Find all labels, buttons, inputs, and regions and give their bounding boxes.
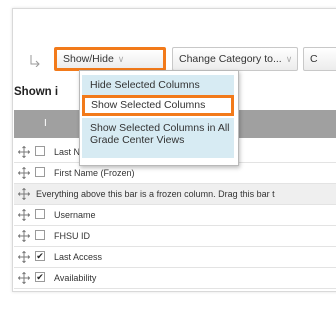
chevron-down-icon: ∨ (117, 54, 125, 64)
menu-item-show-selected-columns[interactable]: Show Selected Columns (82, 95, 234, 116)
table-row[interactable]: FHSU ID (14, 226, 336, 247)
column-name: First Name (Frozen) (54, 168, 135, 178)
frozen-bar-text: Everything above this bar is a frozen co… (36, 189, 275, 199)
table-row[interactable]: ✔ Last Access (14, 247, 336, 268)
move-handle-icon[interactable] (17, 187, 31, 201)
checkbox[interactable] (35, 167, 45, 177)
column-name: Last Access (54, 252, 103, 262)
more-button-label: C (310, 53, 318, 65)
chevron-down-icon: ∨ (285, 54, 293, 64)
move-handle-icon[interactable] (17, 208, 31, 222)
header-label: I (44, 118, 47, 129)
menu-item-hide-selected-columns[interactable]: Hide Selected Columns (82, 75, 234, 95)
checkbox-checked[interactable]: ✔ (35, 272, 45, 282)
checkbox[interactable] (35, 230, 45, 240)
move-handle-icon[interactable] (17, 145, 31, 159)
move-handle-icon[interactable] (17, 250, 31, 264)
move-handle-icon[interactable] (17, 229, 31, 243)
arrow-right-icon (28, 53, 42, 68)
column-name: Username (54, 210, 96, 220)
show-hide-menu: Hide Selected Columns Show Selected Colu… (79, 70, 239, 166)
table-row[interactable]: ✔ Availability (14, 268, 336, 289)
checkbox[interactable] (35, 209, 45, 219)
checkbox-checked[interactable]: ✔ (35, 251, 45, 261)
column-name: Availability (54, 273, 97, 283)
move-handle-icon[interactable] (17, 271, 31, 285)
move-handle-icon[interactable] (17, 166, 31, 180)
menu-item-show-selected-columns-all-views[interactable]: Show Selected Columns in All Grade Cente… (82, 118, 234, 158)
show-hide-button[interactable]: Show/Hide ∨ (54, 47, 166, 71)
frozen-column-bar[interactable]: Everything above this bar is a frozen co… (14, 184, 336, 205)
change-category-label: Change Category to... (179, 53, 282, 65)
checkbox[interactable] (35, 146, 45, 156)
table-row[interactable]: First Name (Frozen) (14, 163, 336, 184)
change-category-button[interactable]: Change Category to... ∨ (172, 47, 298, 71)
column-name: FHSU ID (54, 231, 90, 241)
shown-in-label: Shown i (14, 86, 59, 98)
table-row[interactable]: Username (14, 205, 336, 226)
more-button[interactable]: C (303, 47, 336, 71)
show-hide-label: Show/Hide (63, 53, 114, 65)
